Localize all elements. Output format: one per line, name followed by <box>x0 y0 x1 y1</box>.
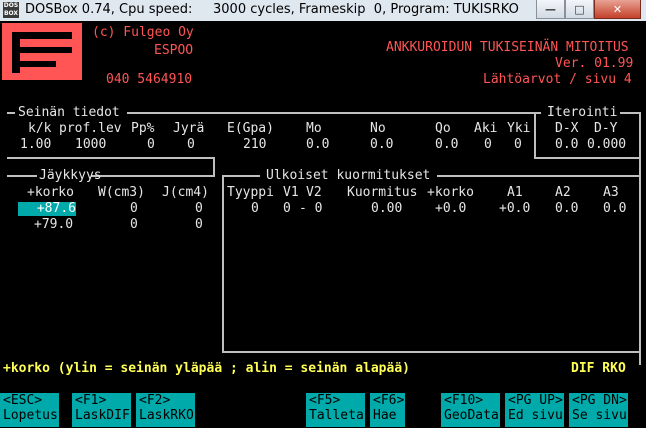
help-text: +korko (ylin = seinän yläpää ; alin = se… <box>3 361 410 376</box>
ulkoiset-header: V1 <box>283 185 299 200</box>
ulkoiset-header: V2 <box>306 185 322 200</box>
seinan-value[interactable]: 210 <box>243 138 266 152</box>
ulkoiset-title: Ulkoiset kuormitukset <box>266 168 431 183</box>
ulkoiset-header: +korko <box>427 185 474 200</box>
window-controls: — □ ✕ <box>536 0 641 19</box>
seinan-header: k/k <box>28 121 52 136</box>
jaykkyys-header: J(cm4) <box>162 185 209 200</box>
page-info: Lähtöarvot / sivu 4 <box>483 72 632 87</box>
jaykkyys-title: Jäykkyys <box>39 168 102 183</box>
ulkoiset-cell[interactable]: 0.00 <box>371 202 402 216</box>
fulgeo-logo <box>2 23 82 80</box>
seinan-header: Aki <box>474 121 498 136</box>
ulkoiset-header: A1 <box>507 185 523 200</box>
seinan-header: Qo <box>435 121 451 136</box>
fkey-pgdn-button[interactable]: <PG DN> Se sivu <box>569 393 628 427</box>
seinan-value[interactable]: 1000 <box>75 138 106 152</box>
iterointi-header: D-X <box>555 121 579 136</box>
jaykkyys-cell[interactable]: 0 <box>130 202 138 216</box>
fkey-f1-button[interactable]: <F1> LaskDIF <box>72 393 131 427</box>
seinan-value[interactable]: 0.0 <box>306 138 329 152</box>
fkey-f10-button[interactable]: <F10> GeoData <box>441 393 500 427</box>
seinan-value[interactable]: 0.0 <box>370 138 393 152</box>
window-titlebar[interactable]: DOS BOX DOSBox 0.74, Cpu speed: 3000 cyc… <box>0 0 646 22</box>
minimize-icon[interactable]: — <box>536 0 565 19</box>
ulkoiset-cell[interactable]: 0.0 <box>555 202 578 216</box>
seinan-value[interactable]: 0.0 <box>435 138 458 152</box>
seinan-value[interactable]: 0 <box>484 138 492 152</box>
jaykkyys-cell[interactable]: 0 <box>130 218 138 232</box>
iterointi-title: Iterointi <box>547 105 618 120</box>
iterointi-value[interactable]: 0.0 <box>555 138 578 152</box>
window-title: DOSBox 0.74, Cpu speed: 3000 cycles, Fra… <box>25 2 519 17</box>
company-name: (c) Fulgeo Oy <box>92 25 194 40</box>
dosbox-icon: DOS BOX <box>3 2 19 18</box>
seinan-header: Jyrä <box>173 121 205 136</box>
ulkoiset-cell[interactable]: +0.0 <box>499 202 530 216</box>
fkey-pgup-button[interactable]: <PG UP> Ed sivu <box>505 393 564 427</box>
close-icon[interactable]: ✕ <box>594 0 641 19</box>
dos-screen: (c) Fulgeo Oy ESPOO 040 5464910 ANKKUROI… <box>0 21 646 428</box>
ulkoiset-header: Kuormitus <box>347 185 418 200</box>
seinan-tiedot-title: Seinän tiedot <box>18 105 120 120</box>
jaykkyys-korko-selected[interactable]: +87.6 <box>18 202 76 216</box>
jaykkyys-cell[interactable]: 0 <box>195 202 203 216</box>
jaykkyys-header: +korko <box>27 185 74 200</box>
seinan-header: E(Gpa) <box>227 121 274 136</box>
company-city: ESPOO <box>154 43 194 58</box>
seinan-header: Yki <box>507 121 531 136</box>
maximize-icon[interactable]: □ <box>565 0 594 19</box>
ulkoiset-header: A2 <box>555 185 571 200</box>
company-phone: 040 5464910 <box>106 72 193 87</box>
jaykkyys-cell[interactable]: 0 <box>195 218 203 232</box>
seinan-value[interactable]: 0 <box>187 138 195 152</box>
fkey-f6-button[interactable]: <F6> Hae <box>370 393 405 427</box>
ulkoiset-cell[interactable]: 0 <box>283 202 291 216</box>
ulkoiset-cell[interactable]: +0.0 <box>435 202 466 216</box>
seinan-header: Pp% <box>131 121 155 136</box>
fkey-f5-button[interactable]: <F5> Talleta <box>306 393 365 427</box>
iterointi-header: D-Y <box>594 121 618 136</box>
fkey-esc-button[interactable]: <ESC> Lopetus <box>0 393 59 427</box>
mode-indicator: DIF RKO <box>571 361 626 376</box>
seinan-header: Mo <box>306 121 322 136</box>
iterointi-value[interactable]: 0.000 <box>587 138 626 152</box>
fkey-f2-button[interactable]: <F2> LaskRKO <box>136 393 195 427</box>
ulkoiset-cell[interactable]: - 0 <box>299 202 322 216</box>
jaykkyys-header: W(cm3) <box>98 185 145 200</box>
app-title: ANKKUROIDUN TUKISEINÄN MITOITUS <box>386 40 629 55</box>
version-label: Ver. 01.99 <box>555 56 634 71</box>
ulkoiset-header: A3 <box>603 185 619 200</box>
jaykkyys-cell[interactable]: +79.0 <box>34 218 73 232</box>
ulkoiset-header: Tyyppi <box>227 185 274 200</box>
ulkoiset-cell[interactable]: 0 <box>251 202 259 216</box>
seinan-value[interactable]: 0 <box>147 138 155 152</box>
seinan-value[interactable]: 0 <box>514 138 522 152</box>
seinan-value[interactable]: 1.00 <box>20 138 51 152</box>
ulkoiset-cell[interactable]: 0.0 <box>603 202 626 216</box>
seinan-header: No <box>370 121 386 136</box>
seinan-header: prof.lev <box>59 121 122 136</box>
